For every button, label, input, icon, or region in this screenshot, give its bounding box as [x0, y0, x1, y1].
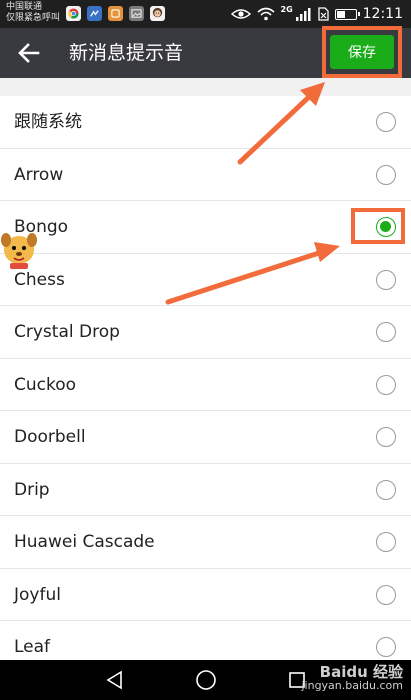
triangle-back-icon — [106, 670, 122, 690]
sound-option-row[interactable]: Bongo — [0, 201, 411, 254]
signal-icon — [295, 7, 311, 21]
navigation-bar: Baidu 经验 jingyan.baidu.com — [0, 660, 411, 700]
baidu-jingyan-watermark: Baidu 经验 jingyan.baidu.com — [301, 663, 403, 693]
sound-option-label: Arrow — [14, 164, 64, 185]
carrier-emergency-text: 仅限紧急呼叫 — [6, 13, 61, 23]
eye-comfort-icon — [230, 8, 251, 20]
status-icons: 2G 12:11 — [230, 0, 403, 28]
circle-home-icon — [196, 670, 216, 690]
nav-back-button[interactable] — [100, 668, 130, 692]
app-icon-orange — [108, 6, 123, 21]
sound-option-row[interactable]: Cuckoo — [0, 359, 411, 411]
radio-unselected[interactable] — [376, 532, 396, 552]
sound-option-label: Doorbell — [14, 427, 86, 447]
avatar-app-icon — [150, 6, 165, 21]
notification-icons — [66, 6, 165, 21]
radio-unselected[interactable] — [376, 112, 396, 132]
sound-option-row[interactable]: Doorbell — [0, 411, 411, 464]
back-button[interactable] — [14, 39, 44, 67]
save-button-highlight: 保存 — [322, 26, 402, 78]
sound-option-row[interactable]: Huawei Cascade — [0, 516, 411, 569]
radio-unselected[interactable] — [376, 374, 396, 395]
radio-unselected[interactable] — [376, 322, 396, 342]
sound-option-row[interactable]: Crystal Drop — [0, 306, 411, 359]
nav-home-button[interactable] — [191, 668, 221, 692]
radio-unselected[interactable] — [376, 584, 396, 605]
wifi-icon — [256, 7, 275, 21]
sound-option-row[interactable]: 跟随系统 — [0, 96, 411, 149]
no-sim-icon — [317, 7, 329, 21]
sound-option-label: Drip — [14, 479, 50, 500]
back-arrow-icon — [18, 43, 40, 63]
sound-option-row[interactable]: Joyful — [0, 569, 411, 621]
radio-unselected[interactable] — [376, 479, 396, 500]
sound-option-label: 跟随系统 — [14, 112, 82, 132]
mascot-sticker-icon — [1, 233, 37, 269]
sound-list: 跟随系统 Arrow Bongo Chess Crystal Drop Cuckoo Doo… — [0, 96, 411, 660]
sound-list-container: 跟随系统 Arrow Bongo Chess Crystal Drop Cuckoo Doo… — [0, 78, 411, 660]
sound-option-label: Leaf — [14, 637, 51, 657]
radio-unselected[interactable] — [376, 427, 396, 447]
sound-option-row[interactable]: Leaf — [0, 621, 411, 660]
battery-icon — [334, 8, 360, 20]
sound-option-label: Joyful — [14, 584, 61, 605]
gallery-icon — [129, 6, 144, 21]
radio-unselected[interactable] — [376, 637, 396, 657]
sound-option-row[interactable]: Drip — [0, 464, 411, 516]
watermark-url: jingyan.baidu.com — [301, 679, 403, 692]
clock: 12:11 — [362, 6, 403, 22]
radio-unselected[interactable] — [376, 164, 396, 185]
sound-option-label: Cuckoo — [14, 374, 77, 395]
chrome-icon — [66, 6, 81, 21]
status-bar: 中国联通 仅限紧急呼叫 2G 12:11 — [0, 0, 411, 28]
map-app-icon — [87, 6, 102, 21]
network-type-label: 2G — [280, 4, 293, 14]
radio-selected[interactable] — [376, 217, 396, 237]
battery-level — [336, 10, 345, 18]
save-button[interactable]: 保存 — [330, 35, 394, 69]
carrier-name: 中国联通 — [6, 2, 43, 12]
page-title: 新消息提示音 — [69, 42, 184, 64]
sound-option-label: Huawei Cascade — [14, 532, 155, 552]
radio-unselected[interactable] — [376, 269, 396, 290]
sound-option-row[interactable]: Chess — [0, 254, 411, 306]
watermark-brand: Baidu 经验 — [319, 663, 403, 681]
carrier-info: 中国联通 仅限紧急呼叫 — [6, 2, 60, 24]
sound-option-row[interactable]: Arrow — [0, 149, 411, 201]
sound-option-label: Crystal Drop — [14, 322, 120, 342]
